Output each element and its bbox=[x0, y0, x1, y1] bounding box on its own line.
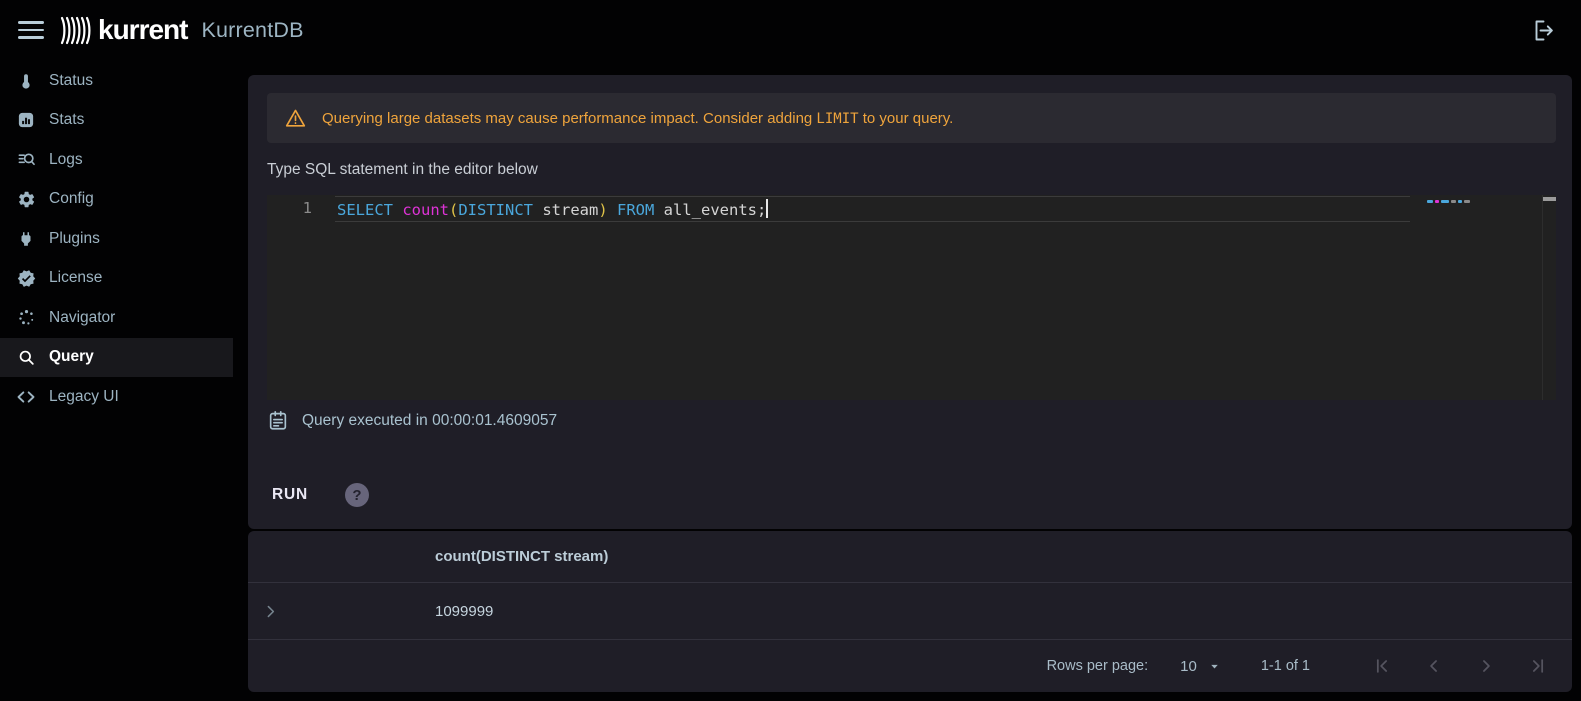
next-page-button[interactable] bbox=[1476, 656, 1496, 676]
sidebar-item-label: Stats bbox=[49, 111, 85, 129]
rows-per-page-select[interactable]: 10 bbox=[1180, 658, 1221, 675]
gear-icon bbox=[16, 189, 36, 209]
sidebar-item-stats[interactable]: Stats bbox=[0, 101, 233, 141]
sql-token: ( bbox=[449, 201, 459, 219]
sidebar-item-label: Config bbox=[49, 190, 94, 208]
query-panel: Querying large datasets may cause perfor… bbox=[248, 75, 1572, 529]
previous-page-button[interactable] bbox=[1424, 656, 1444, 676]
sql-token: stream bbox=[533, 201, 599, 219]
hamburger-menu-icon[interactable] bbox=[18, 21, 44, 39]
table-row[interactable]: 1099999 bbox=[248, 583, 1572, 640]
editor-scrollbar-track bbox=[1542, 195, 1543, 400]
execution-status-row: Query executed in 00:00:01.4609057 bbox=[267, 409, 557, 432]
top-bar: kurrent KurrentDB bbox=[0, 0, 1581, 60]
editor-hint-label: Type SQL statement in the editor below bbox=[267, 161, 538, 178]
column-header: count(DISTINCT stream) bbox=[435, 548, 609, 565]
sidebar-item-legacy-ui[interactable]: Legacy UI bbox=[0, 377, 233, 417]
logout-icon[interactable] bbox=[1530, 17, 1557, 44]
expand-row-chevron-icon[interactable] bbox=[262, 603, 279, 620]
sidebar: Status Stats Logs Config Plugins License… bbox=[0, 61, 233, 417]
log-search-icon bbox=[16, 150, 36, 170]
rows-per-page-value: 10 bbox=[1180, 657, 1197, 675]
sidebar-item-label: Plugins bbox=[49, 229, 100, 247]
warning-code-keyword: LIMIT bbox=[816, 110, 859, 127]
dropdown-caret-icon bbox=[1208, 660, 1221, 673]
sql-token: ) bbox=[598, 201, 608, 219]
sidebar-item-label: Logs bbox=[49, 150, 83, 168]
warning-text: Querying large datasets may cause perfor… bbox=[322, 109, 954, 127]
plug-icon bbox=[16, 229, 36, 249]
first-page-button[interactable] bbox=[1372, 656, 1392, 676]
license-badge-icon bbox=[16, 268, 36, 288]
sidebar-item-label: Status bbox=[49, 71, 93, 89]
sidebar-item-status[interactable]: Status bbox=[0, 61, 233, 101]
sidebar-item-label: License bbox=[49, 269, 103, 287]
sidebar-item-plugins[interactable]: Plugins bbox=[0, 219, 233, 259]
sidebar-item-license[interactable]: License bbox=[0, 259, 233, 299]
sidebar-item-logs[interactable]: Logs bbox=[0, 140, 233, 180]
sidebar-item-label: Query bbox=[49, 348, 94, 366]
sidebar-item-label: Legacy UI bbox=[49, 387, 119, 405]
run-row: RUN ? bbox=[272, 481, 369, 509]
code-brackets-icon bbox=[16, 387, 36, 407]
help-icon[interactable]: ? bbox=[344, 483, 369, 507]
brand-name: kurrent bbox=[98, 14, 188, 45]
sql-token: FROM bbox=[617, 201, 655, 219]
rows-per-page-label: Rows per page: bbox=[1046, 658, 1149, 674]
editor-line-number: 1 bbox=[302, 199, 312, 217]
navigator-dots-icon bbox=[16, 308, 36, 328]
sidebar-item-query[interactable]: Query bbox=[0, 337, 233, 377]
page-range-label: 1-1 of 1 bbox=[1260, 658, 1310, 674]
warning-triangle-icon bbox=[284, 107, 307, 130]
bar-chart-icon bbox=[16, 110, 36, 130]
sidebar-item-label: Navigator bbox=[49, 308, 116, 326]
pagination-footer: Rows per page: 10 1-1 of 1 bbox=[248, 640, 1572, 692]
product-name: KurrentDB bbox=[201, 17, 304, 42]
editor-minimap bbox=[1427, 200, 1470, 203]
sql-token: count bbox=[402, 201, 449, 219]
cell-value: 1099999 bbox=[435, 602, 494, 620]
search-icon bbox=[16, 347, 36, 367]
kurrent-logo-icon bbox=[60, 16, 91, 45]
editor-code-line[interactable]: SELECT count(DISTINCT stream) FROM all_e… bbox=[337, 199, 769, 219]
warning-banner: Querying large datasets may cause perfor… bbox=[267, 93, 1556, 143]
run-button[interactable]: RUN bbox=[272, 486, 308, 504]
sql-token: all_events; bbox=[654, 201, 767, 219]
execution-status-text: Query executed in 00:00:01.4609057 bbox=[302, 411, 558, 429]
thermometer-icon bbox=[16, 71, 36, 91]
sidebar-item-navigator[interactable]: Navigator bbox=[0, 298, 233, 338]
editor-scrollbar-thumb[interactable] bbox=[1543, 197, 1556, 201]
text-cursor bbox=[766, 199, 769, 218]
last-page-button[interactable] bbox=[1528, 656, 1548, 676]
sql-editor[interactable]: 1 SELECT count(DISTINCT stream) FROM all… bbox=[267, 195, 1556, 400]
clipboard-icon bbox=[267, 409, 289, 432]
sql-token: SELECT bbox=[337, 201, 403, 219]
results-panel: count(DISTINCT stream) 1099999 Rows per … bbox=[248, 531, 1572, 692]
sql-token: DISTINCT bbox=[458, 201, 533, 219]
sidebar-item-config[interactable]: Config bbox=[0, 180, 233, 220]
results-header-row: count(DISTINCT stream) bbox=[248, 531, 1572, 583]
